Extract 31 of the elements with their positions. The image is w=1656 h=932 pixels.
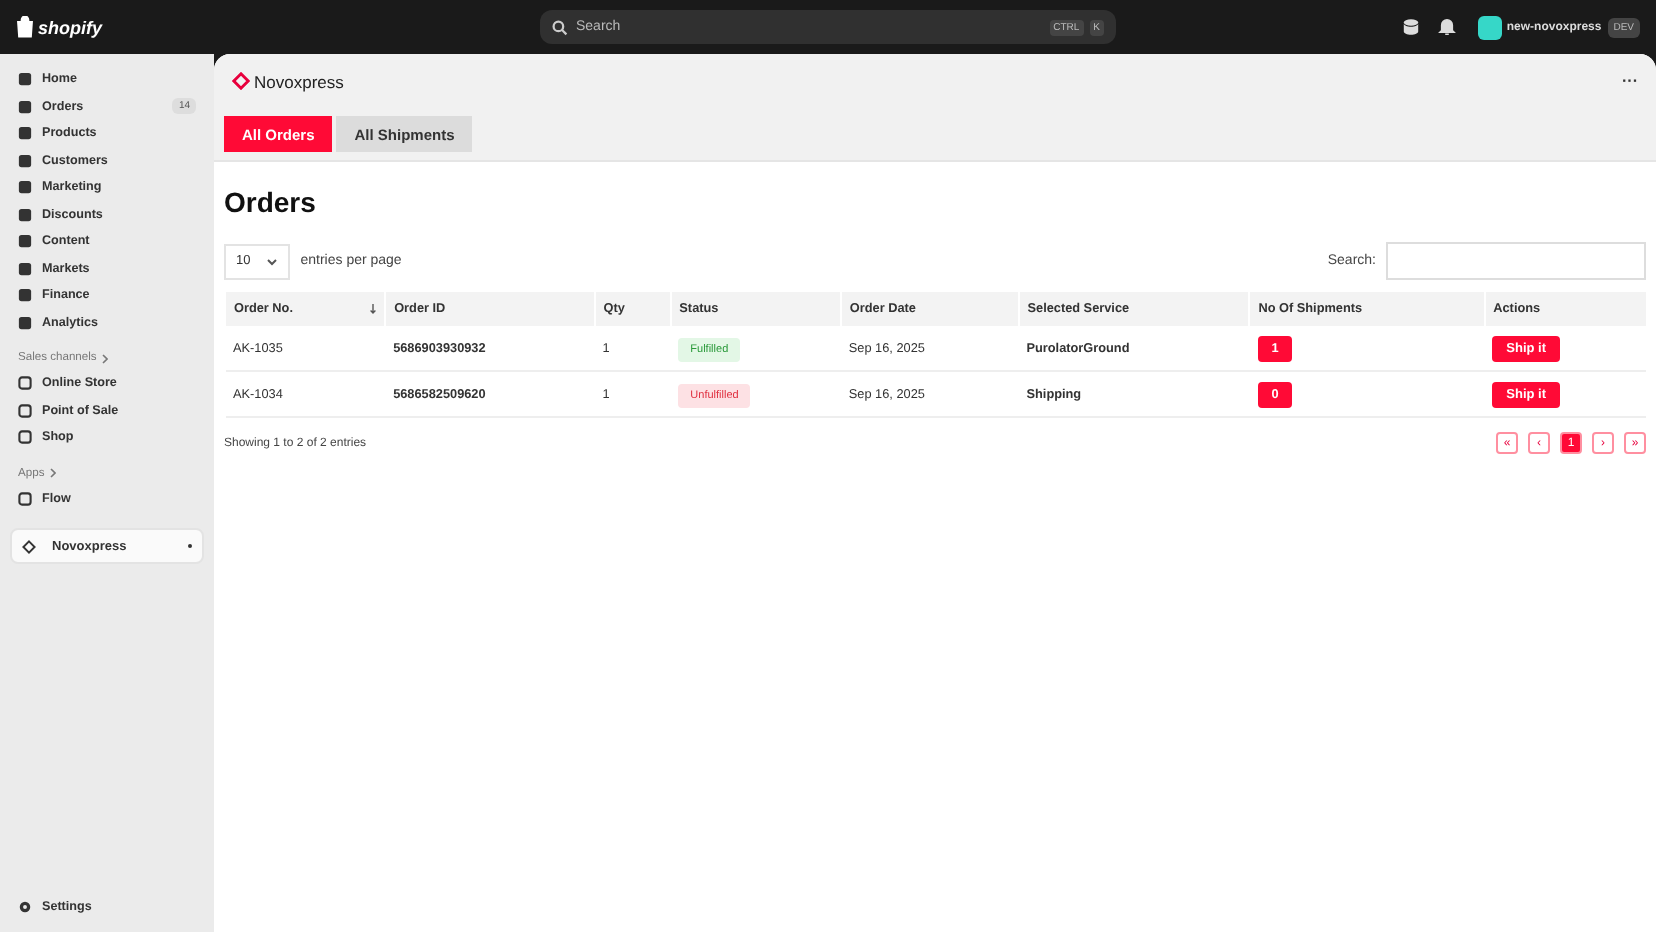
square-icon [18, 126, 32, 141]
chevron-icon [266, 257, 279, 265]
square-icon [18, 72, 32, 87]
shopping-bag-icon [16, 16, 34, 38]
gear-icon [18, 899, 32, 914]
search-input[interactable] [1386, 242, 1646, 280]
square-icon [18, 288, 32, 303]
square-icon [18, 261, 32, 276]
search-icon [552, 19, 568, 35]
diamond-icon [22, 539, 36, 553]
sort-arrow-icon [370, 304, 377, 314]
square-icon [18, 207, 32, 222]
square-icon [18, 403, 32, 418]
more-menu[interactable]: ··· [1622, 72, 1638, 90]
database-icon[interactable] [1402, 18, 1421, 36]
square-icon [18, 99, 32, 114]
square-icon [18, 234, 32, 249]
bell-icon[interactable] [1438, 18, 1457, 36]
square-icon [18, 315, 32, 330]
chevron-icon [50, 468, 57, 478]
page-title: Orders [224, 186, 318, 218]
store-avatar[interactable] [1478, 15, 1503, 39]
chevron-icon [102, 353, 109, 363]
square-icon [18, 491, 32, 506]
square-icon [18, 180, 32, 195]
square-icon [18, 376, 32, 391]
square-icon [18, 430, 32, 445]
store-logo: shopify [38, 17, 103, 37]
app-title: Novoxpress [254, 71, 344, 91]
diamond-logo-icon [232, 72, 250, 90]
square-icon [18, 153, 32, 168]
